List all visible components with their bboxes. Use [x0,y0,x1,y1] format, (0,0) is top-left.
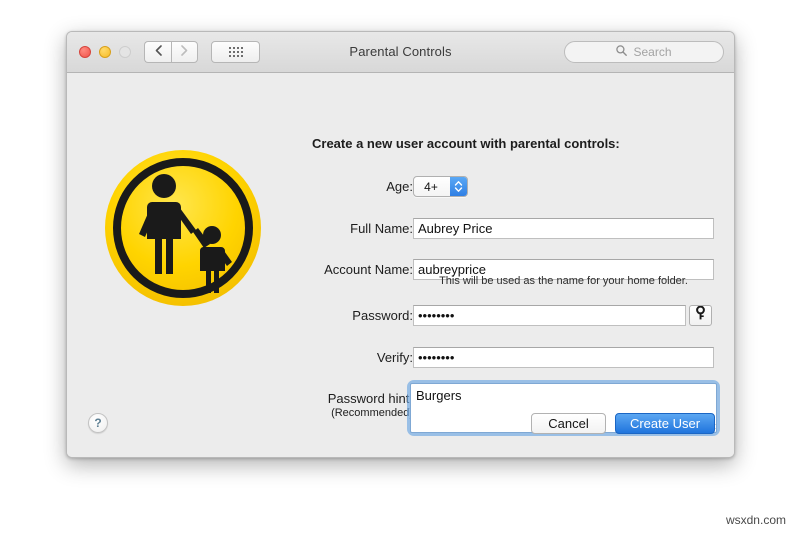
password-hint-label: Password hint: [327,391,413,406]
verify-input[interactable] [413,347,714,368]
search-placeholder: Search [633,45,672,59]
chevron-updown-icon [450,177,467,196]
create-user-button[interactable]: Create User [615,413,715,434]
watermark: wsxdn.com [725,513,786,527]
password-assistant-button[interactable] [689,305,712,326]
search-icon [616,43,628,61]
verify-label: Verify: [376,350,413,365]
age-value: 4+ [424,179,438,194]
cancel-button[interactable]: Cancel [531,413,606,434]
help-button[interactable]: ? [88,413,108,433]
full-name-label: Full Name: [350,221,413,236]
password-label: Password: [352,308,413,323]
window-titlebar: Parental Controls Search [67,32,734,73]
parental-controls-window: Parental Controls Search Create a new us… [66,31,735,458]
account-name-helper-text: This will be used as the name for your h… [439,275,688,287]
age-label: Age: [386,179,413,194]
search-input[interactable]: Search [564,41,724,63]
age-select[interactable]: 4+ [413,176,468,197]
page-title: Create a new user account with parental … [312,136,620,151]
password-hint-sublabel: (Recommended) [331,407,413,419]
full-name-input[interactable] [413,218,714,239]
account-name-label: Account Name: [324,262,413,277]
password-input[interactable] [413,305,686,326]
key-icon [695,305,706,325]
window-content: Create a new user account with parental … [67,73,734,457]
